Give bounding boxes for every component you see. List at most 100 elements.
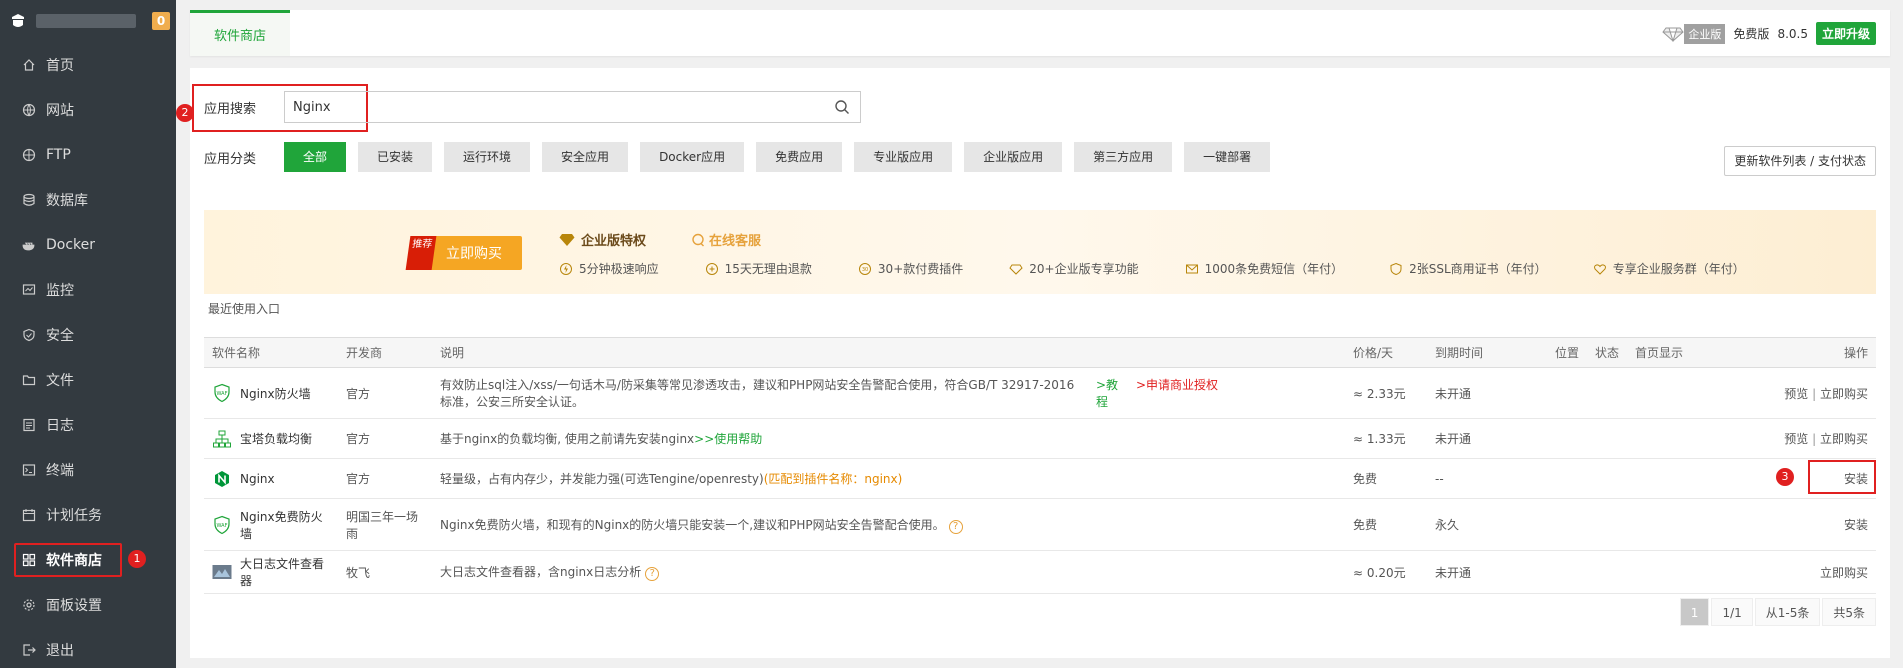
app-status: [1587, 498, 1627, 551]
app-description: 有效防止sql注入/xss/一句话木马/防采集等常见渗透攻击，建议和PHP网站安…: [432, 367, 1345, 419]
search-input[interactable]: Nginx: [284, 91, 861, 123]
main-content: 软件商店 企业版 免费版 8.0.5 立即升级 2 应用搜索 Nginx 应用分…: [176, 0, 1903, 668]
commercial-license-link[interactable]: >申请商业授权: [1136, 376, 1218, 393]
sidebar-item-monitor[interactable]: 监控: [0, 267, 176, 312]
sidebar-item-label: 安全: [46, 327, 74, 344]
app-name[interactable]: 宝塔负载均衡: [212, 429, 330, 449]
col-status: 状态: [1587, 337, 1627, 368]
logo-icon: [12, 14, 24, 27]
sidebar: 0 首页 网站 FTP 数据库 Docker 监控 安全 文件 日志 终端 计划…: [0, 0, 176, 668]
search-icon[interactable]: [834, 99, 850, 115]
feature-item: 20+企业版专享功能: [1009, 260, 1139, 277]
sidebar-item-security[interactable]: 安全: [0, 312, 176, 357]
install-button[interactable]: 安装: [1844, 518, 1868, 532]
online-service-link[interactable]: 在线客服: [691, 230, 761, 249]
help-icon[interactable]: ?: [645, 567, 660, 581]
tab-software-store[interactable]: 软件商店: [190, 10, 290, 56]
search-label: 应用搜索: [204, 101, 257, 117]
app-status: [1587, 550, 1627, 594]
sidebar-item-files[interactable]: 文件: [0, 357, 176, 402]
upgrade-button[interactable]: 立即升级: [1815, 22, 1876, 45]
sidebar-item-label: 网站: [46, 102, 74, 119]
feature-item: 专享企业服务群（年付）: [1593, 260, 1745, 277]
category-free[interactable]: 免费应用: [756, 142, 843, 172]
category-third-party[interactable]: 第三方应用: [1074, 142, 1173, 172]
sidebar-item-label: 终端: [46, 462, 74, 479]
category-enterprise[interactable]: 企业版应用: [964, 142, 1063, 172]
version-label: 8.0.5: [1777, 26, 1808, 41]
edition-info: 企业版 免费版 8.0.5 立即升级: [1662, 22, 1876, 45]
category-one-click[interactable]: 一键部署: [1184, 142, 1271, 172]
sidebar-item-logs[interactable]: 日志: [0, 402, 176, 447]
message-badge[interactable]: 0: [152, 12, 170, 30]
app-location: [1547, 498, 1587, 551]
tutorial-link[interactable]: >教程: [1096, 376, 1120, 410]
sidebar-item-terminal[interactable]: 终端: [0, 447, 176, 492]
svg-text:30: 30: [862, 267, 868, 273]
app-price: ≈ 0.20元: [1345, 550, 1427, 594]
sidebar-item-ftp[interactable]: FTP: [0, 132, 176, 177]
chat-icon: [692, 233, 704, 246]
app-description-text: 有效防止sql注入/xss/一句话木马/防采集等常见渗透攻击，建议和PHP网站安…: [440, 378, 1075, 409]
refund-icon: [705, 262, 718, 275]
table-row: Nginx 官方 轻量级，占有内存少，并发能力强(可选Tengine/openr…: [204, 458, 1876, 499]
category-security[interactable]: 安全应用: [542, 142, 629, 172]
page-1-button[interactable]: 1: [1679, 598, 1710, 626]
category-docker[interactable]: Docker应用: [640, 142, 745, 172]
sidebar-item-website[interactable]: 网站: [0, 87, 176, 132]
app-name[interactable]: Nginx: [212, 469, 330, 489]
preview-button[interactable]: 预览: [1784, 432, 1808, 446]
usage-help-link[interactable]: >>使用帮助: [694, 432, 762, 446]
install-highlight-box: [1808, 460, 1876, 494]
sidebar-item-label: FTP: [46, 146, 71, 163]
nginx-icon: [212, 469, 232, 489]
help-icon[interactable]: ?: [948, 519, 963, 534]
sidebar-item-logout[interactable]: 退出: [0, 627, 176, 668]
app-name-text: 大日志文件查看器: [240, 557, 325, 588]
app-location: [1547, 418, 1587, 459]
sidebar-item-database[interactable]: 数据库: [0, 177, 176, 222]
app-actions: 3 安装: [1717, 458, 1876, 499]
log-viewer-icon: [212, 562, 232, 582]
tab-bar: 软件商店 企业版 免费版 8.0.5 立即升级: [190, 10, 1890, 56]
ftp-icon: [22, 148, 36, 162]
feature-item: 30 30+款付费插件: [858, 260, 963, 277]
category-installed[interactable]: 已安装: [358, 142, 433, 172]
sidebar-item-label: 计划任务: [46, 507, 102, 524]
user-name[interactable]: [36, 14, 136, 28]
feature-item: 2张SSL商用证书（年付）: [1389, 260, 1547, 277]
app-price: 免费: [1345, 458, 1427, 499]
total-count: 共5条: [1822, 598, 1876, 626]
shield-icon: [22, 328, 36, 342]
buy-button[interactable]: 立即购买: [1820, 566, 1868, 580]
category-all[interactable]: 全部: [284, 142, 347, 172]
sidebar-item-cron[interactable]: 计划任务: [0, 492, 176, 537]
enterprise-badge[interactable]: 企业版: [1662, 23, 1726, 44]
docker-icon: [22, 238, 36, 252]
app-name[interactable]: 大日志文件查看器: [212, 555, 330, 589]
category-pro[interactable]: 专业版应用: [854, 142, 953, 172]
logout-icon: [22, 643, 36, 657]
category-runtime[interactable]: 运行环境: [444, 142, 531, 172]
sidebar-item-store[interactable]: 软件商店 1: [0, 537, 176, 582]
enterprise-banner: 立即购买 推荐 企业版特权 在线客服 5分钟极速响应 15天无理由退款 30 30…: [204, 210, 1876, 294]
diamond-icon: [1662, 27, 1685, 42]
store-panel: 2 应用搜索 Nginx 应用分类 全部 已安装 运行环境 安全应用 Docke…: [176, 68, 1890, 658]
sidebar-item-home[interactable]: 首页: [0, 42, 176, 87]
page-range: 从1-5条: [1754, 598, 1821, 626]
search-value: Nginx: [293, 99, 331, 115]
app-name[interactable]: WAF Nginx免费防火墙: [212, 508, 330, 542]
app-expire: 未开通: [1427, 367, 1547, 419]
sidebar-item-settings[interactable]: 面板设置: [0, 582, 176, 627]
app-actions: 立即购买: [1717, 550, 1876, 594]
buy-button[interactable]: 立即购买: [1820, 432, 1868, 446]
app-homepage: [1627, 418, 1717, 459]
sidebar-item-label: 退出: [46, 642, 74, 659]
sidebar-item-label: Docker: [46, 236, 96, 253]
sidebar-item-docker[interactable]: Docker: [0, 222, 176, 267]
preview-button[interactable]: 预览: [1784, 387, 1808, 401]
pagination: 1 1/1 从1-5条 共5条: [1678, 598, 1876, 626]
buy-button[interactable]: 立即购买: [1820, 387, 1868, 401]
app-name[interactable]: WAF Nginx防火墙: [212, 383, 330, 403]
refresh-list-button[interactable]: 更新软件列表 / 支付状态: [1724, 146, 1876, 176]
